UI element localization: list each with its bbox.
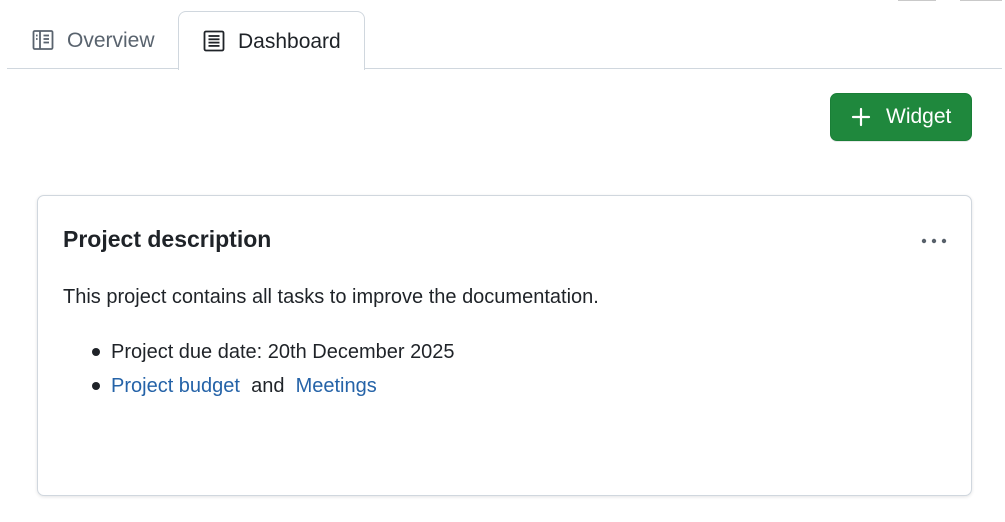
project-budget-link[interactable]: Project budget — [111, 375, 240, 397]
plus-icon — [851, 107, 871, 127]
bullet — [92, 348, 100, 356]
project-description-card: Project description This project contain… — [37, 195, 972, 496]
add-widget-label: Widget — [886, 105, 952, 128]
view-tabbar: Overview Dashboard — [7, 0, 1002, 70]
due-date-text: Project due date: 20th December 2025 — [111, 341, 455, 363]
add-widget-button[interactable]: Widget — [830, 93, 972, 141]
and-text: and — [245, 375, 291, 397]
kebab-horizontal-icon[interactable] — [918, 230, 950, 252]
meetings-link[interactable]: Meetings — [296, 375, 377, 397]
list-item: Project due date: 20th December 2025 — [88, 339, 455, 373]
tab-dashboard-label: Dashboard — [238, 29, 341, 53]
bullet — [92, 382, 100, 390]
card-title: Project description — [63, 226, 272, 252]
card-description: This project contains all tasks to impro… — [63, 286, 599, 308]
book-icon — [31, 28, 55, 52]
project-page: Overview Dashboard Widget Project descri… — [0, 0, 1005, 522]
tab-dashboard[interactable]: Dashboard — [178, 11, 365, 70]
tab-overview[interactable]: Overview — [31, 11, 155, 69]
tab-overview-label: Overview — [67, 28, 155, 52]
list-item: Project budget and Meetings — [88, 373, 455, 407]
card-details-list: Project due date: 20th December 2025 Pro… — [88, 339, 455, 407]
document-lines-icon — [202, 29, 226, 53]
